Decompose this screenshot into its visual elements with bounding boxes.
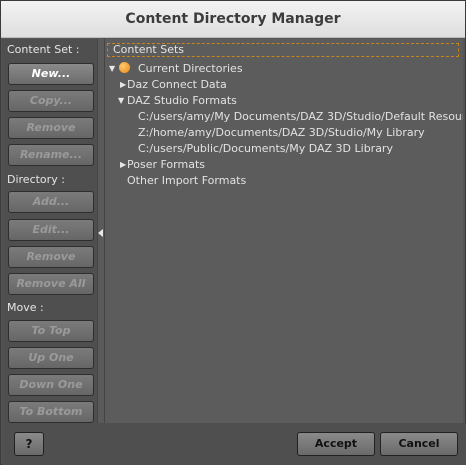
content-set-label: Content Set : xyxy=(7,43,80,56)
title-bar: Content Directory Manager xyxy=(1,1,465,38)
move-up-one-button[interactable]: Up One xyxy=(8,347,94,369)
content-tree: Content Sets ▼ Current Directories ▶ Daz… xyxy=(105,39,463,423)
edit-directory-button[interactable]: Edit... xyxy=(8,219,94,241)
sidebar: Content Set : New... Copy... Remove Rena… xyxy=(2,39,97,423)
active-set-dot-icon xyxy=(119,62,130,73)
dialog-footer: ? Accept Cancel xyxy=(2,423,466,465)
collapsed-triangle-icon[interactable]: ▶ xyxy=(120,160,126,169)
help-icon: ? xyxy=(25,437,33,451)
tree-header[interactable]: Content Sets xyxy=(107,43,459,57)
expanded-triangle-icon[interactable]: ▼ xyxy=(118,96,124,105)
new-content-set-button[interactable]: New... xyxy=(8,63,94,85)
tree-node-current-directories[interactable]: Current Directories xyxy=(138,62,243,75)
remove-content-set-button[interactable]: Remove xyxy=(8,117,94,139)
tree-node-daz-connect[interactable]: Daz Connect Data xyxy=(127,78,227,91)
move-to-top-button[interactable]: To Top xyxy=(8,320,94,342)
remove-all-directories-button[interactable]: Remove All xyxy=(8,273,94,295)
collapse-arrow-icon[interactable] xyxy=(98,229,103,237)
move-label: Move : xyxy=(7,301,44,314)
directory-label: Directory : xyxy=(7,173,65,186)
add-directory-button[interactable]: Add... xyxy=(8,191,94,213)
tree-node-path[interactable]: C:/users/Public/Documents/My DAZ 3D Libr… xyxy=(138,142,393,155)
pane-splitter[interactable] xyxy=(97,39,105,423)
remove-directory-button[interactable]: Remove xyxy=(8,246,94,268)
move-to-bottom-button[interactable]: To Bottom xyxy=(8,401,94,423)
tree-node-other-import-formats[interactable]: Other Import Formats xyxy=(127,174,246,187)
tree-node-daz-studio-formats[interactable]: DAZ Studio Formats xyxy=(127,94,237,107)
accept-button[interactable]: Accept xyxy=(297,432,375,456)
content-directory-manager-dialog: Content Directory Manager Content Set : … xyxy=(0,0,466,465)
collapsed-triangle-icon[interactable]: ▶ xyxy=(120,80,126,89)
tree-node-path[interactable]: Z:/home/amy/Documents/DAZ 3D/Studio/My L… xyxy=(138,126,425,139)
window-title: Content Directory Manager xyxy=(125,11,341,27)
rename-content-set-button[interactable]: Rename... xyxy=(8,144,94,166)
copy-content-set-button[interactable]: Copy... xyxy=(8,90,94,112)
expanded-triangle-icon[interactable]: ▼ xyxy=(109,64,115,73)
tree-node-poser-formats[interactable]: Poser Formats xyxy=(127,158,205,171)
help-button[interactable]: ? xyxy=(14,432,44,456)
tree-node-path[interactable]: C:/users/amy/My Documents/DAZ 3D/Studio/… xyxy=(138,110,463,123)
move-down-one-button[interactable]: Down One xyxy=(8,374,94,396)
cancel-button[interactable]: Cancel xyxy=(380,432,458,456)
